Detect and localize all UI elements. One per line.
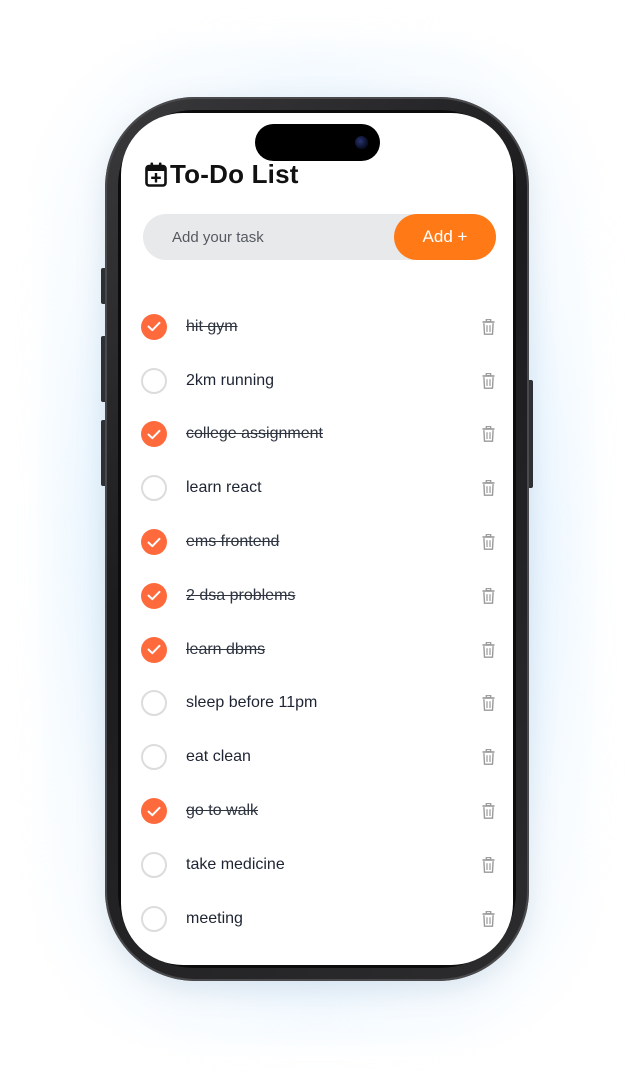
check-icon [147,537,161,547]
task-label: go to walk [186,802,259,820]
check-icon [147,806,161,816]
task-checkbox[interactable] [141,529,167,556]
task-item[interactable]: ems frontend [141,515,501,569]
task-label: meeting [186,909,243,927]
task-item[interactable]: learn react [141,461,501,515]
task-checkbox[interactable] [141,367,167,394]
task-label: learn react [186,479,262,497]
task-checkbox[interactable] [141,582,167,609]
task-checkbox[interactable] [141,636,167,663]
task-label: 2 dsa problems [186,586,296,604]
check-icon [147,322,161,332]
task-label: hit gym [186,317,238,335]
trash-icon[interactable] [478,747,498,767]
task-item[interactable]: 2km running [141,354,501,408]
trash-icon[interactable] [478,532,498,552]
task-label: ems frontend [186,533,280,551]
task-item[interactable]: 2 dsa problems [141,569,501,623]
task-item[interactable]: take medicine [141,838,501,892]
task-item[interactable]: sleep before 11pm [141,677,501,731]
task-label: sleep before 11pm [186,694,318,712]
task-item[interactable]: meeting [141,892,501,946]
task-label: eat clean [186,748,251,766]
trash-icon[interactable] [478,478,498,498]
dynamic-island [255,124,380,161]
check-icon [147,591,161,601]
calendar-plus-icon [145,161,167,187]
check-icon [147,429,161,440]
task-label: learn dbms [186,640,266,658]
trash-icon[interactable] [478,424,498,444]
app-screen: To-Do List Add + hit gym 2km running colle… [121,113,513,965]
task-checkbox[interactable] [141,313,167,340]
trash-icon[interactable] [478,371,498,391]
task-checkbox[interactable] [141,475,167,502]
task-label: college assignment [186,425,323,443]
trash-icon[interactable] [478,693,498,713]
task-item[interactable]: college assignment [141,408,501,462]
trash-icon[interactable] [478,640,498,660]
task-item[interactable]: hit gym [141,300,501,354]
camera-icon [355,136,368,149]
trash-icon[interactable] [478,317,498,337]
task-label: 2km running [186,371,275,389]
page-title: To-Do List [170,158,299,189]
task-list: hit gym 2km running college assignment lear… [141,300,501,946]
check-icon [147,644,161,655]
task-checkbox[interactable] [141,905,167,932]
task-item[interactable]: go to walk [141,784,501,838]
task-checkbox[interactable] [141,421,167,448]
task-input-bar: Add + [143,214,496,260]
task-label: take medicine [186,855,285,873]
task-checkbox[interactable] [141,851,167,878]
task-input[interactable] [143,214,393,260]
task-item[interactable]: learn dbms [141,623,501,677]
trash-icon[interactable] [478,909,498,929]
trash-icon[interactable] [478,801,498,821]
task-checkbox[interactable] [141,690,167,717]
task-item[interactable]: eat clean [141,730,501,784]
add-button[interactable]: Add + [394,214,496,260]
trash-icon[interactable] [478,855,498,875]
header: To-Do List [145,157,299,191]
task-checkbox[interactable] [141,798,167,825]
trash-icon[interactable] [478,586,498,606]
task-checkbox[interactable] [141,744,167,771]
